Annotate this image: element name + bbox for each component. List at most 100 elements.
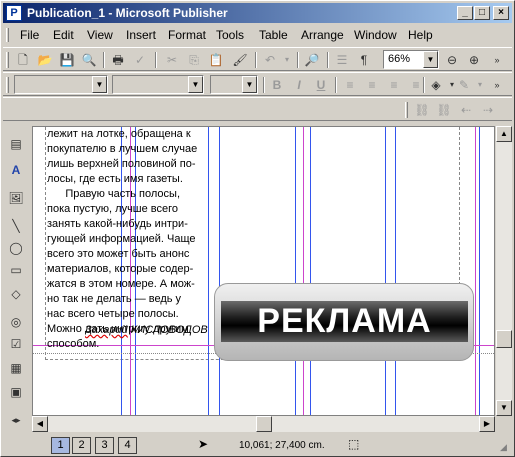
open-icon[interactable]: 📂	[36, 51, 54, 69]
maximize-button[interactable]: □	[474, 6, 490, 20]
author-first-name: Захарий	[85, 324, 128, 336]
text-line: покупателю в лучшем случае	[47, 143, 198, 155]
font-combo[interactable]: ▼	[112, 75, 204, 94]
size-dropdown-icon[interactable]: ▼	[242, 76, 257, 93]
print-preview-icon[interactable]: 🔍	[80, 51, 98, 69]
column-guide	[479, 127, 480, 415]
scroll-right-icon[interactable]: ▶	[479, 416, 495, 432]
toolbar-options-icon[interactable]: »	[488, 76, 506, 94]
publisher-app-icon[interactable]: P	[6, 5, 22, 21]
menu-window[interactable]: Window	[354, 28, 397, 42]
document-canvas[interactable]: лежит на лотке, обращена к покупателю в …	[32, 126, 495, 416]
zoom-combo[interactable]: 66% ▼	[383, 50, 439, 69]
align-center-icon[interactable]: ≡	[363, 76, 381, 94]
text-line: лежит на лотке, обращена к	[47, 128, 191, 140]
menu-view[interactable]: View	[87, 28, 113, 42]
toolbar-options-icon[interactable]: »	[488, 51, 506, 69]
align-right-icon[interactable]: ≡	[385, 76, 403, 94]
paste-icon[interactable]: 📋	[207, 51, 225, 69]
bold-button[interactable]: B	[268, 76, 286, 94]
horizontal-scroll-thumb[interactable]	[256, 416, 272, 432]
find-icon[interactable]: 🔎	[303, 51, 321, 69]
text-line: но так не делать — ведь у	[47, 293, 182, 305]
resize-grip-icon[interactable]: ◢	[500, 442, 507, 453]
style-dropdown-icon[interactable]: ▼	[92, 76, 107, 93]
copy-icon[interactable]: ⎘	[185, 51, 203, 69]
autoshapes-icon[interactable]: ◇	[7, 285, 25, 303]
menu-insert[interactable]: Insert	[126, 28, 156, 42]
columns-icon[interactable]: ☰	[333, 51, 351, 69]
toolbox-scroll-icon[interactable]: ◂▸	[7, 411, 25, 429]
spelling-icon[interactable]: ✓	[131, 51, 149, 69]
page-tab-4[interactable]: 4	[118, 437, 137, 454]
scroll-down-icon[interactable]: ▼	[496, 400, 512, 416]
toolbar-grip[interactable]	[6, 52, 9, 68]
picture-icon[interactable]: 🖼	[7, 189, 25, 207]
italic-button[interactable]: I	[290, 76, 308, 94]
zoom-value: 66%	[388, 53, 411, 65]
minimize-button[interactable]: _	[457, 6, 473, 20]
break-link-icon[interactable]: ⛓	[435, 101, 453, 119]
line-icon[interactable]: ╲	[7, 217, 25, 235]
zoom-in-icon[interactable]: ⊕	[465, 51, 483, 69]
menu-file[interactable]: File	[20, 28, 39, 42]
previous-frame-icon[interactable]: ⇠	[457, 101, 475, 119]
font-dropdown-icon[interactable]: ▼	[188, 76, 203, 93]
advertisement-box[interactable]: РЕКЛАМА	[214, 283, 474, 361]
create-link-icon[interactable]: ⛓	[413, 101, 431, 119]
format-painter-icon[interactable]: 🖌	[231, 51, 249, 69]
cut-icon[interactable]: ✂	[163, 51, 181, 69]
size-combo[interactable]: ▼	[210, 75, 258, 94]
line-color-dropdown-icon[interactable]: ▾	[471, 76, 489, 94]
page-tab-2[interactable]: 2	[72, 437, 91, 454]
toolbar-separator	[155, 52, 157, 68]
design-gallery-icon[interactable]: ▦	[7, 359, 25, 377]
hotspot-icon[interactable]: ◎	[7, 313, 25, 331]
next-frame-icon[interactable]: ⇢	[479, 101, 497, 119]
close-button[interactable]: ×	[493, 6, 509, 20]
scroll-left-icon[interactable]: ◀	[32, 416, 48, 432]
scroll-up-icon[interactable]: ▲	[496, 126, 512, 142]
menu-format[interactable]: Format	[168, 28, 206, 42]
undo-icon[interactable]: ↶	[261, 51, 279, 69]
new-icon[interactable]: 🗋	[14, 51, 32, 69]
undo-dropdown-icon[interactable]: ▾	[278, 51, 296, 69]
menu-edit[interactable]: Edit	[53, 28, 74, 42]
toolbar-grip[interactable]	[405, 102, 408, 118]
html-fragment-icon[interactable]: ▣	[7, 383, 25, 401]
menu-tools[interactable]: Tools	[216, 28, 244, 42]
save-icon[interactable]: 💾	[58, 51, 76, 69]
rectangle-icon[interactable]: ▭	[7, 261, 25, 279]
advertisement-text: РЕКЛАМА	[257, 302, 432, 340]
vertical-scroll-thumb[interactable]	[496, 330, 512, 348]
title-bar[interactable]: P Publication_1 - Microsoft Publisher _ …	[3, 3, 512, 23]
page-tab-3[interactable]: 3	[95, 437, 114, 454]
column-guide	[295, 127, 296, 415]
page-tab-1[interactable]: 1	[51, 437, 70, 454]
vertical-scrollbar[interactable]: ▲ ▼	[496, 126, 512, 416]
zoom-dropdown-icon[interactable]: ▼	[423, 51, 438, 68]
menu-help[interactable]: Help	[408, 28, 433, 42]
underline-button[interactable]: U	[312, 76, 330, 94]
align-left-icon[interactable]: ≡	[341, 76, 359, 94]
text-box-icon[interactable]: ▤	[7, 135, 25, 153]
text-line: Правую часть полосы,	[47, 188, 181, 200]
menu-grip[interactable]	[6, 28, 9, 42]
pilcrow-icon[interactable]: ¶	[355, 51, 373, 69]
menu-arrange[interactable]: Arrange	[301, 28, 344, 42]
form-control-icon[interactable]: ☑	[7, 335, 25, 353]
toolbar-grip[interactable]	[6, 77, 9, 93]
zoom-out-icon[interactable]: ⊖	[443, 51, 461, 69]
oval-icon[interactable]: ◯	[7, 239, 25, 257]
wordart-icon[interactable]: A	[7, 161, 25, 179]
advertisement-banner: РЕКЛАМА	[221, 301, 468, 342]
toolbar-separator	[263, 77, 265, 93]
article-text-frame[interactable]: лежит на лотке, обращена к покупателю в …	[47, 127, 227, 352]
horizontal-scrollbar[interactable]: ◀ ▶	[32, 416, 495, 432]
menu-table[interactable]: Table	[259, 28, 288, 42]
toolbar-separator	[335, 77, 337, 93]
text-line: лишь верхней половиной по-	[47, 158, 196, 170]
print-icon[interactable]: 🖶	[109, 51, 127, 69]
style-combo[interactable]: ▼	[14, 75, 108, 94]
standard-toolbar: 🗋 📂 💾 🔍 🖶 ✓ ✂ ⎘ 📋 🖌 ↶ ▾ 🔎 ☰ ¶ 66% ▼ ⊖ ⊕ …	[3, 47, 512, 71]
